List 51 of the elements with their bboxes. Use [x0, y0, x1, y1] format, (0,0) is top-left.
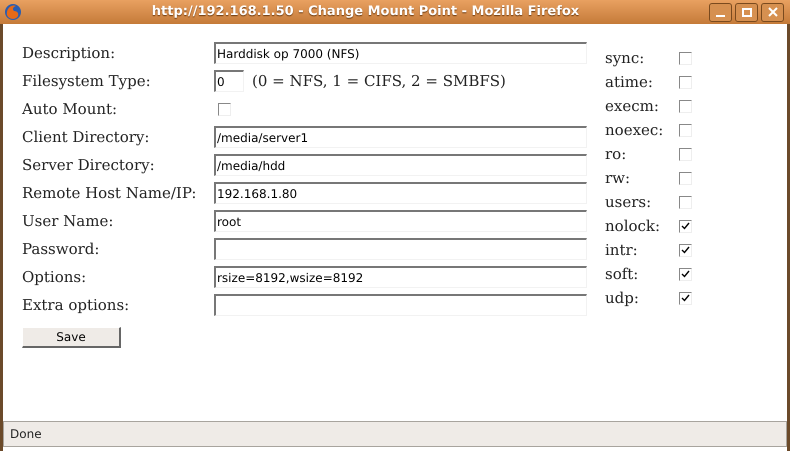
checkbox[interactable]: [679, 100, 692, 112]
checkbox[interactable]: [679, 172, 692, 184]
checkbox[interactable]: [679, 124, 692, 136]
field-label: Client Directory:: [22, 126, 150, 148]
input-field[interactable]: root: [214, 210, 587, 232]
option-label: users:: [605, 192, 652, 213]
browser-logo-icon: [4, 3, 22, 21]
input-field[interactable]: Harddisk op 7000 (NFS): [214, 42, 587, 64]
close-button[interactable]: [761, 2, 784, 22]
option-label: noexec:: [605, 120, 664, 141]
input-field[interactable]: [214, 294, 587, 316]
status-bar: Done: [3, 421, 787, 447]
checkbox[interactable]: [679, 220, 692, 232]
checkbox[interactable]: [679, 52, 692, 64]
checkbox[interactable]: [679, 292, 692, 304]
checkbox[interactable]: [679, 76, 692, 88]
window-title: http://192.168.1.50 - Change Mount Point - Mozilla Firefox: [150, 3, 580, 22]
hint-text: (0 = NFS, 1 = CIFS, 2 = SMBFS): [252, 70, 506, 92]
checkbox[interactable]: [679, 148, 692, 160]
field-label: Filesystem Type:: [22, 70, 152, 92]
field-label: Options:: [22, 266, 88, 288]
field-label: Server Directory:: [22, 154, 156, 176]
checkbox[interactable]: [218, 102, 231, 116]
input-field[interactable]: 192.168.1.80: [214, 182, 587, 204]
option-label: udp:: [605, 288, 640, 309]
option-label: soft:: [605, 264, 640, 285]
option-label: intr:: [605, 240, 639, 261]
checkbox[interactable]: [679, 268, 692, 280]
save-button[interactable]: Save: [22, 327, 121, 348]
input-field[interactable]: rsize=8192,wsize=8192: [214, 266, 587, 288]
field-label: Password:: [22, 238, 100, 260]
field-label: Remote Host Name/IP:: [22, 182, 198, 204]
input-field[interactable]: 0: [214, 70, 244, 92]
minimize-button[interactable]: [709, 2, 732, 22]
option-label: atime:: [605, 72, 654, 93]
input-field[interactable]: /media/hdd: [214, 154, 587, 176]
field-label: Auto Mount:: [22, 98, 118, 120]
option-label: execm:: [605, 96, 660, 117]
option-label: ro:: [605, 144, 628, 165]
option-label: rw:: [605, 168, 632, 189]
option-label: sync:: [605, 48, 646, 69]
checkbox[interactable]: [679, 244, 692, 256]
input-field[interactable]: [214, 238, 587, 260]
option-label: nolock:: [605, 216, 662, 237]
field-label: User Name:: [22, 210, 114, 232]
input-field[interactable]: /media/server1: [214, 126, 587, 148]
checkbox[interactable]: [679, 196, 692, 208]
field-label: Extra options:: [22, 294, 130, 316]
close-icon: [768, 7, 778, 17]
field-label: Description:: [22, 42, 116, 64]
maximize-button[interactable]: [735, 2, 758, 22]
